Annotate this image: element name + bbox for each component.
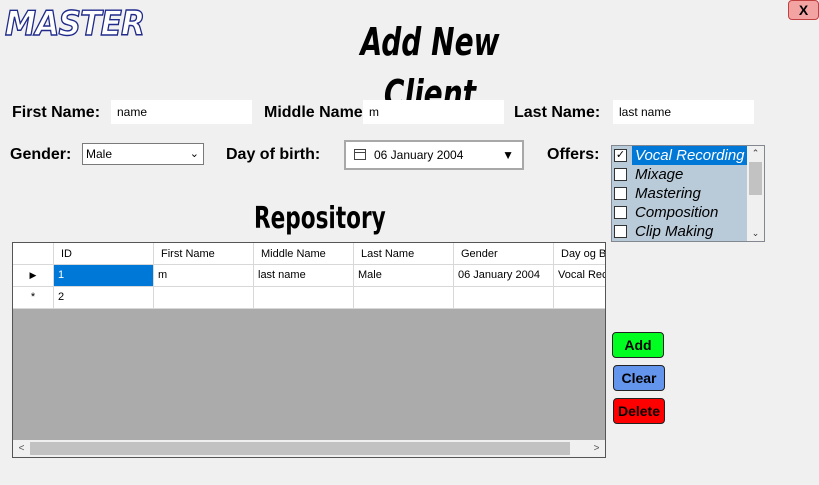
table-cell[interactable] [254,287,354,309]
checkbox-icon[interactable] [614,187,627,200]
table-cell[interactable]: Male [354,265,454,287]
scroll-left-icon[interactable]: < [13,440,30,457]
column-header-middle-name[interactable]: Middle Name [254,243,354,265]
offer-item-clip-making[interactable]: Clip Making [612,222,748,241]
first-name-input[interactable]: name [111,100,252,124]
row-pointer-icon[interactable]: ▶ [13,265,54,287]
table-cell[interactable]: 1 [54,265,154,287]
offers-label: Offers: [547,146,600,163]
last-name-label: Last Name: [514,104,601,121]
chevron-down-icon: ⌄ [189,148,199,160]
offer-label: Mastering [635,185,701,202]
offer-label: Composition [635,204,719,221]
offers-checklist[interactable]: ✓ Vocal Recording Mixage Mastering Compo… [611,145,765,242]
offer-label: Mixage [635,166,684,183]
table-cell[interactable]: last name [254,265,354,287]
dob-datepicker[interactable]: 06 January 2004 ▼ [344,140,524,170]
close-button[interactable]: X [788,0,819,20]
table-cell[interactable]: Vocal Recording [554,265,605,287]
dob-value: 06 January 2004 [374,148,464,162]
app-logo: MASTER [4,3,145,44]
middle-name-input[interactable]: m [363,100,504,124]
repository-title: Repository [254,201,386,236]
offer-item-mixage[interactable]: Mixage [612,165,748,184]
column-header-gender[interactable]: Gender [454,243,554,265]
repository-grid[interactable]: ID First Name Middle Name Last Name Gend… [12,242,606,458]
table-cell[interactable] [354,287,454,309]
scrollbar-thumb[interactable] [30,442,570,455]
checkbox-icon[interactable] [614,225,627,238]
scroll-down-icon[interactable]: ⌄ [747,226,764,241]
offer-label: Clip Making [635,223,714,240]
offer-item-mastering[interactable]: Mastering [612,184,748,203]
delete-button[interactable]: Delete [613,398,665,424]
grid-corner [13,243,54,265]
table-cell[interactable] [554,287,605,309]
checkbox-checked-icon[interactable]: ✓ [614,149,627,162]
gender-label: Gender: [10,146,72,163]
gender-select[interactable]: Male ⌄ [82,143,204,165]
dob-label: Day of birth: [226,146,321,163]
offer-item-vocal-recording[interactable]: ✓ Vocal Recording [612,146,748,165]
dropdown-arrow-icon[interactable]: ▼ [502,142,514,168]
table-cell[interactable] [154,287,254,309]
scrollbar-thumb[interactable] [749,162,762,195]
column-header-last-name[interactable]: Last Name [354,243,454,265]
table-cell[interactable]: 2 [54,287,154,309]
gender-select-value: Male [86,147,113,161]
checkbox-icon[interactable] [614,206,627,219]
grid-horizontal-scrollbar[interactable]: < > [13,440,605,457]
scroll-right-icon[interactable]: > [588,440,605,457]
column-header-first-name[interactable]: First Name [154,243,254,265]
add-button[interactable]: Add [612,332,664,358]
new-row-asterisk-icon[interactable]: * [13,287,54,309]
offers-scrollbar[interactable]: ⌃ ⌄ [747,146,764,241]
table-cell[interactable]: m [154,265,254,287]
table-cell[interactable]: 06 January 2004 [454,265,554,287]
middle-name-label: Middle Name [264,104,363,121]
column-header-day-of-birth[interactable]: Day og Birth [554,243,605,265]
offer-item-composition[interactable]: Composition [612,203,748,222]
column-header-id[interactable]: ID [54,243,154,265]
table-cell[interactable] [454,287,554,309]
calendar-icon [354,149,366,160]
first-name-label: First Name: [12,104,101,121]
offer-label: Vocal Recording [632,146,748,165]
checkbox-icon[interactable] [614,168,627,181]
clear-button[interactable]: Clear [613,365,665,391]
last-name-input[interactable]: last name [613,100,754,124]
scroll-up-icon[interactable]: ⌃ [747,146,764,161]
